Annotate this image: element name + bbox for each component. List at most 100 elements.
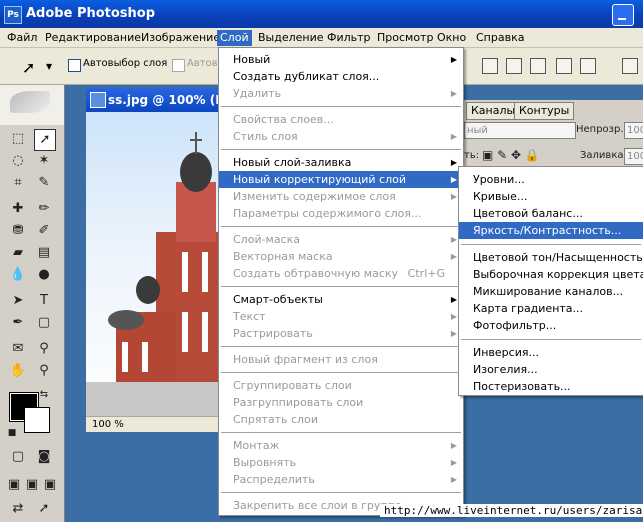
gradient-tool-icon[interactable]: ▤ (34, 243, 54, 263)
eyedropper-icon[interactable]: ⚲ (34, 339, 54, 359)
menu-item-label: Создать дубликат слоя... (233, 70, 380, 83)
layer-menu-item[interactable]: Текст ▶ (219, 308, 463, 325)
distribute-center-icon[interactable] (580, 58, 596, 74)
background-color[interactable] (24, 407, 50, 433)
layer-menu-item[interactable]: Распределить ▶ (219, 471, 463, 488)
layer-menu-item[interactable]: Разгруппировать слои (219, 394, 463, 411)
dodge-tool-icon[interactable]: ● (34, 265, 54, 285)
layer-menu-item[interactable]: Спрятать слои (219, 411, 463, 428)
layer-menu-item[interactable]: Новый корректирующий слой ▶ (219, 171, 463, 188)
brush-tool-icon[interactable]: ✏ (34, 199, 54, 219)
layer-menu-item[interactable]: Выровнять ▶ (219, 454, 463, 471)
screen-mode-3-icon[interactable]: ▣ (40, 475, 60, 495)
default-colors-icon[interactable]: ■ (2, 423, 22, 443)
layer-menu-item[interactable]: Новый слой-заливка ▶ (219, 154, 463, 171)
adjust-menu-item[interactable]: Инверсия... (459, 344, 643, 361)
type-tool-icon[interactable]: T (34, 291, 54, 311)
magic-wand-icon[interactable]: ✶ (34, 151, 54, 171)
move-tool-icon[interactable]: ➚ (22, 58, 35, 77)
history-brush-icon[interactable]: ✐ (34, 221, 54, 241)
layer-menu-item[interactable]: Монтаж ▶ (219, 437, 463, 454)
adjust-menu-item[interactable]: Цветовой тон/Насыщенность... (459, 249, 643, 266)
crop-tool-icon[interactable]: ⌗ (8, 173, 28, 193)
adjust-menu-item[interactable]: Кривые... (459, 188, 643, 205)
standard-mode-icon[interactable]: ▢ (8, 447, 28, 467)
lock-icons[interactable]: ▣ ✎ ✥ 🔒 (482, 148, 540, 162)
auto-select-2-checkbox[interactable] (172, 59, 185, 72)
screen-mode-2-icon[interactable]: ▣ (22, 475, 42, 495)
layer-menu-item[interactable]: Изменить содержимое слоя ▶ (219, 188, 463, 205)
adjust-menu-item[interactable]: Цветовой баланс... (459, 205, 643, 222)
layer-menu-item[interactable]: Создать обтравочную маску Ctrl+G (219, 265, 463, 282)
clone-stamp-icon[interactable]: ⛃ (8, 221, 28, 241)
align-bottom-icon[interactable] (530, 58, 546, 74)
menu-view[interactable]: Просмотр (374, 30, 436, 46)
quickmask-mode-icon[interactable]: ◙ (34, 447, 54, 467)
menu-help[interactable]: Справка (473, 30, 527, 46)
zoom-status[interactable]: 100 % (86, 416, 226, 432)
adjust-menu-item[interactable]: Карта градиента... (459, 300, 643, 317)
auto-select-checkbox[interactable] (68, 59, 81, 72)
menu-select[interactable]: Выделение (255, 30, 327, 46)
menu-image[interactable]: Изображение (138, 30, 223, 46)
hand-tool-icon[interactable]: ✋ (8, 361, 28, 381)
healing-brush-icon[interactable]: ✚ (8, 199, 28, 219)
minimize-button[interactable] (612, 4, 634, 26)
imageready-icon[interactable]: ⇄ (8, 499, 28, 519)
pen-tool-icon[interactable]: ✒ (8, 313, 28, 333)
image-canvas[interactable] (86, 112, 226, 416)
zoom-tool-icon[interactable]: ⚲ (34, 361, 54, 381)
adjust-menu-item[interactable]: Микширование каналов... (459, 283, 643, 300)
move-tool-icon[interactable]: ➚ (34, 129, 56, 151)
tab-channels[interactable]: Каналы (466, 102, 521, 120)
slice-tool-icon[interactable]: ✎ (34, 173, 54, 193)
opacity-input[interactable]: 100 (624, 122, 643, 139)
layer-menu-item[interactable]: Векторная маска ▶ (219, 248, 463, 265)
adjust-menu-item[interactable]: Постеризовать... (459, 378, 643, 395)
adjust-menu-item[interactable]: Уровни... (459, 171, 643, 188)
layer-menu-item[interactable]: Растрировать ▶ (219, 325, 463, 342)
document-title-bar[interactable]: ss.jpg @ 100% (R (86, 88, 226, 112)
swap-colors-icon[interactable]: ⇆ (34, 385, 54, 405)
menu-item-label: Удалить (233, 87, 282, 100)
blur-tool-icon[interactable]: 💧 (8, 265, 28, 285)
layer-menu-item[interactable]: Стиль слоя ▶ (219, 128, 463, 145)
submenu-arrow-icon: ▶ (450, 295, 457, 304)
blend-mode-select[interactable]: ный (464, 122, 576, 139)
shape-tool-icon[interactable]: ▢ (34, 313, 54, 333)
eraser-tool-icon[interactable]: ▰ (8, 243, 28, 263)
layer-menu-item[interactable]: Слой-маска ▶ (219, 231, 463, 248)
layer-menu-item[interactable]: Параметры содержимого слоя... (219, 205, 463, 222)
path-select-icon[interactable]: ➤ (8, 291, 28, 311)
distribute-top-icon[interactable] (556, 58, 572, 74)
adjust-menu-item[interactable]: Яркость/Контрастность... (459, 222, 643, 239)
adjust-menu-item[interactable]: Изогелия... (459, 361, 643, 378)
chevron-down-icon[interactable]: ▼ (46, 62, 52, 71)
tab-paths[interactable]: Контуры (514, 102, 575, 120)
lasso-tool-icon[interactable]: ◌ (8, 151, 28, 171)
adjust-menu-item[interactable]: Фотофильтр... (459, 317, 643, 334)
jump-to-icon[interactable]: ➚ (34, 499, 54, 519)
adjust-menu-item[interactable]: Выборочная коррекция цвета... (459, 266, 643, 283)
layer-menu-item[interactable]: Новый фрагмент из слоя (219, 351, 463, 368)
menu-item-label: Выровнять (233, 456, 297, 469)
layer-menu-item[interactable]: Смарт-объекты ▶ (219, 291, 463, 308)
menu-layer[interactable]: Слой (217, 30, 252, 46)
menu-filter[interactable]: Фильтр (324, 30, 374, 46)
layer-menu-item[interactable]: Свойства слоев... (219, 111, 463, 128)
fill-input[interactable]: 100 (624, 148, 643, 165)
fill-label: Заливка: (580, 150, 627, 161)
menu-file[interactable]: Файл (4, 30, 40, 46)
marquee-tool-icon[interactable]: ⬚ (8, 129, 28, 149)
menu-edit[interactable]: Редактирование (42, 30, 144, 46)
align-vcenter-icon[interactable] (506, 58, 522, 74)
screen-mode-1-icon[interactable]: ▣ (4, 475, 24, 495)
layer-menu-item[interactable]: Создать дубликат слоя... (219, 68, 463, 85)
notes-tool-icon[interactable]: ✉ (8, 339, 28, 359)
layer-menu-item[interactable]: Новый ▶ (219, 51, 463, 68)
layer-menu-item[interactable]: Сгруппировать слои (219, 377, 463, 394)
layer-menu-item[interactable]: Удалить ▶ (219, 85, 463, 102)
menu-window[interactable]: Окно (434, 30, 469, 46)
align-left-icon[interactable] (622, 58, 638, 74)
align-top-icon[interactable] (482, 58, 498, 74)
